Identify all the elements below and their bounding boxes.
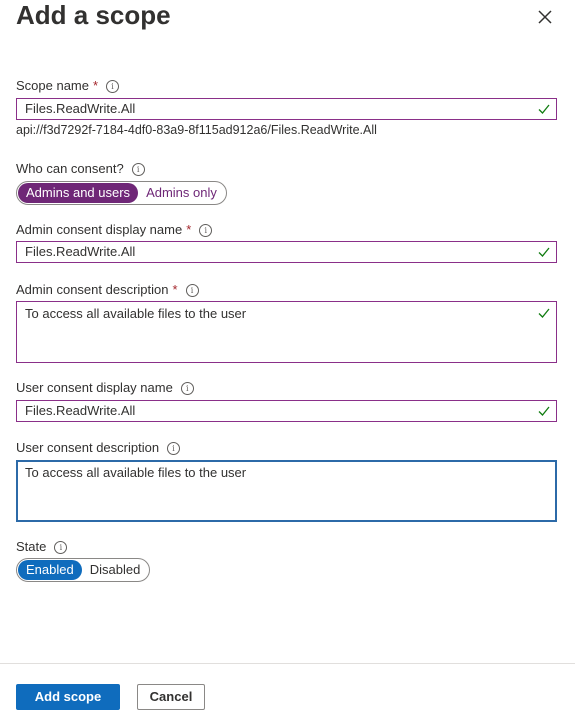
scope-uri: api://f3d7292f-7184-4df0-83a9-8f115ad912… — [16, 123, 377, 137]
user-display-name-label: User consent display name i — [16, 380, 194, 396]
required-asterisk: * — [186, 222, 192, 237]
admin-display-name-input[interactable]: Files.ReadWrite.All — [16, 241, 557, 263]
checkmark-icon — [538, 104, 550, 114]
checkmark-icon — [538, 308, 550, 318]
scope-name-input[interactable]: Files.ReadWrite.All — [16, 98, 557, 120]
admin-description-textarea[interactable]: To access all available files to the use… — [16, 301, 557, 363]
cancel-button[interactable]: Cancel — [137, 684, 205, 710]
footer-divider — [0, 663, 575, 664]
consent-option-admins-only[interactable]: Admins only — [138, 183, 225, 203]
add-scope-button[interactable]: Add scope — [16, 684, 120, 710]
user-description-textarea[interactable]: To access all available files to the use… — [16, 460, 557, 522]
checkmark-icon — [538, 247, 550, 257]
info-icon[interactable]: i — [131, 162, 145, 176]
admin-display-name-label: Admin consent display name * i — [16, 222, 213, 238]
state-label: State i — [16, 539, 68, 555]
admin-description-label: Admin consent description * i — [16, 282, 199, 298]
state-option-disabled[interactable]: Disabled — [82, 560, 149, 580]
info-icon[interactable]: i — [106, 79, 120, 93]
state-toggle[interactable]: Enabled Disabled — [16, 558, 151, 582]
required-asterisk: * — [172, 282, 178, 297]
consent-option-admins-and-users[interactable]: Admins and users — [18, 183, 139, 203]
panel-title: Add a scope — [16, 0, 171, 30]
required-asterisk: * — [93, 78, 99, 93]
info-icon[interactable]: i — [185, 283, 199, 297]
who-can-consent-toggle[interactable]: Admins and users Admins only — [16, 181, 227, 205]
close-icon[interactable] — [536, 8, 554, 26]
user-display-name-input[interactable]: Files.ReadWrite.All — [16, 400, 557, 422]
user-description-label: User consent description i — [16, 440, 181, 456]
scope-name-label: Scope name * i — [16, 78, 120, 94]
info-icon[interactable]: i — [180, 381, 194, 395]
info-icon[interactable]: i — [167, 441, 181, 455]
state-option-enabled[interactable]: Enabled — [18, 560, 82, 580]
info-icon[interactable]: i — [199, 223, 213, 237]
checkmark-icon — [538, 406, 550, 416]
info-icon[interactable]: i — [54, 540, 68, 554]
who-can-consent-label: Who can consent? i — [16, 161, 145, 177]
